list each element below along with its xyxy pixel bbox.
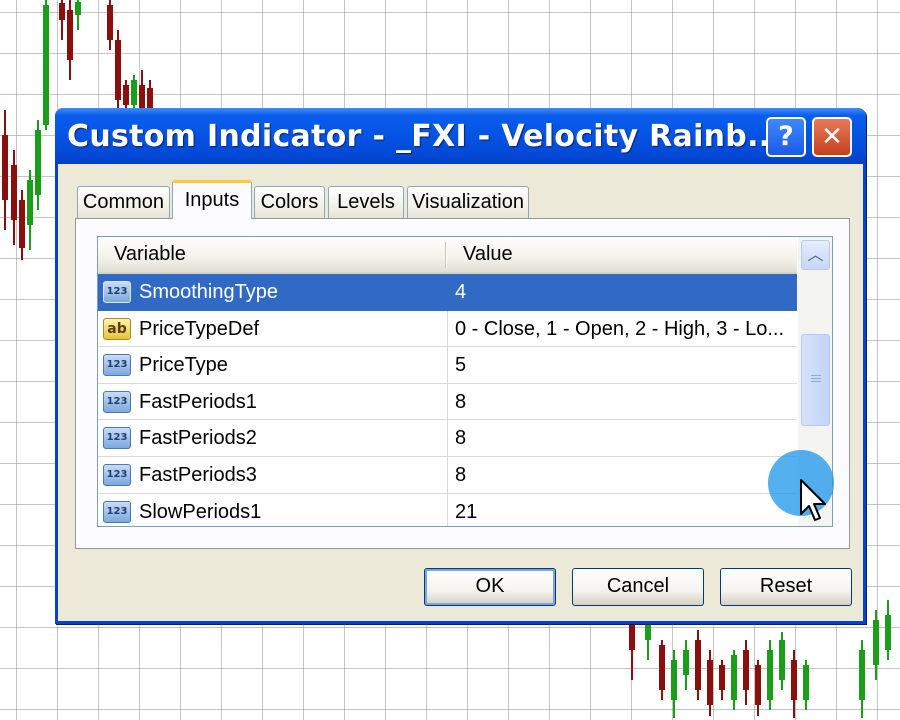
candle-body bbox=[707, 660, 713, 705]
candle-body bbox=[859, 650, 865, 700]
grid-row[interactable]: 123 SlowPeriods1 21 bbox=[98, 493, 797, 526]
candle-body bbox=[873, 620, 879, 665]
tab-levels[interactable]: Levels bbox=[328, 186, 404, 218]
candle-body bbox=[731, 655, 737, 700]
cell-divider bbox=[447, 347, 448, 383]
tab-inputs[interactable]: Inputs bbox=[172, 180, 252, 219]
integer-type-icon: 123 bbox=[103, 281, 131, 303]
candle-body bbox=[59, 3, 65, 20]
variable-value[interactable]: 21 bbox=[455, 501, 477, 524]
candle-body bbox=[75, 2, 81, 15]
candle-body bbox=[35, 130, 41, 195]
candle-body bbox=[115, 40, 121, 100]
grid-row[interactable]: 123 FastPeriods1 8 bbox=[98, 383, 797, 421]
grid-header: Variable Value bbox=[98, 237, 797, 274]
cell-divider bbox=[447, 456, 448, 493]
variable-name: FastPeriods3 bbox=[139, 463, 257, 486]
candle-body bbox=[2, 135, 8, 200]
candle-body bbox=[11, 165, 17, 220]
candle-body bbox=[803, 665, 809, 700]
candle-body bbox=[139, 85, 145, 108]
candle-body bbox=[695, 640, 701, 690]
candle-body bbox=[743, 650, 749, 690]
candle-body bbox=[27, 180, 33, 225]
grid-rows: 123 SmoothingType 4 ab PriceTypeDef 0 - Close… bbox=[98, 274, 797, 526]
variable-name: FastPeriods2 bbox=[139, 427, 257, 450]
integer-type-icon: 123 bbox=[103, 463, 131, 486]
candle-body bbox=[683, 650, 689, 675]
dialog-title-bar[interactable]: Custom Indicator - _FXI - Velocity Rainb… bbox=[55, 108, 866, 164]
grip-icon bbox=[811, 375, 821, 384]
dialog-title: Custom Indicator - _FXI - Velocity Rainb… bbox=[67, 119, 783, 154]
candle-body bbox=[629, 625, 635, 650]
column-header-value[interactable]: Value bbox=[463, 243, 513, 266]
candle-body bbox=[131, 80, 137, 105]
tab-common[interactable]: Common bbox=[77, 186, 170, 218]
variable-value[interactable]: 8 bbox=[455, 391, 466, 414]
integer-type-icon: 123 bbox=[103, 427, 131, 450]
ok-button[interactable]: OK bbox=[424, 568, 556, 606]
candle-body bbox=[659, 645, 665, 690]
variable-value[interactable]: 8 bbox=[455, 427, 466, 450]
candle-body bbox=[43, 5, 49, 125]
grid-row[interactable]: 123 FastPeriods3 8 bbox=[98, 456, 797, 494]
candle-body bbox=[767, 650, 773, 700]
candle-body bbox=[645, 625, 651, 640]
candle-body bbox=[671, 660, 677, 700]
grid-row[interactable]: 123 FastPeriods2 8 bbox=[98, 420, 797, 457]
candle-body bbox=[719, 665, 725, 690]
cell-divider bbox=[447, 493, 448, 526]
help-button[interactable]: ? bbox=[766, 117, 806, 157]
variable-value[interactable]: 5 bbox=[455, 354, 466, 377]
candle-body bbox=[67, 10, 73, 60]
candle-body bbox=[885, 615, 891, 650]
close-icon: ✕ bbox=[821, 122, 843, 152]
reset-button[interactable]: Reset bbox=[720, 568, 852, 606]
inputs-grid: Variable Value 123 SmoothingType 4 ab PriceT… bbox=[97, 236, 833, 527]
integer-type-icon: 123 bbox=[103, 390, 131, 413]
custom-indicator-dialog: Custom Indicator - _FXI - Velocity Rainb… bbox=[55, 108, 866, 624]
grid-row[interactable]: ab PriceTypeDef 0 - Close, 1 - Open, 2 - H… bbox=[98, 310, 797, 348]
scrollbar-thumb[interactable] bbox=[801, 334, 830, 426]
candle-body bbox=[791, 660, 797, 700]
candle-body bbox=[107, 5, 113, 40]
tab-visualization[interactable]: Visualization bbox=[407, 186, 529, 218]
help-icon: ? bbox=[778, 121, 794, 152]
integer-type-icon: 123 bbox=[103, 354, 131, 377]
variable-name: PriceType bbox=[139, 354, 228, 377]
variable-name: SlowPeriods1 bbox=[139, 500, 262, 523]
cell-divider bbox=[447, 420, 448, 456]
cell-divider bbox=[447, 383, 448, 420]
cancel-button[interactable]: Cancel bbox=[572, 568, 704, 606]
candle-body bbox=[123, 85, 129, 105]
candle-body bbox=[755, 665, 761, 705]
grid-row[interactable]: 123 SmoothingType 4 bbox=[98, 274, 797, 311]
integer-type-icon: 123 bbox=[103, 500, 131, 523]
grid-row[interactable]: 123 PriceType 5 bbox=[98, 347, 797, 384]
variable-value[interactable]: 0 - Close, 1 - Open, 2 - High, 3 - Lo... bbox=[455, 318, 784, 341]
variable-name: SmoothingType bbox=[139, 281, 278, 303]
candle-body bbox=[147, 88, 153, 108]
close-button[interactable]: ✕ bbox=[812, 117, 852, 157]
variable-name: PriceTypeDef bbox=[139, 317, 260, 340]
string-type-icon: ab bbox=[103, 317, 131, 340]
variable-value[interactable]: 4 bbox=[455, 281, 466, 304]
tab-colors[interactable]: Colors bbox=[254, 186, 325, 218]
column-divider[interactable] bbox=[445, 242, 446, 268]
inputs-tab-panel: Variable Value 123 SmoothingType 4 ab PriceT… bbox=[75, 218, 850, 549]
column-header-variable[interactable]: Variable bbox=[114, 243, 186, 266]
chevron-up-icon: ︿ bbox=[807, 245, 824, 264]
scroll-up-button[interactable]: ︿ bbox=[801, 240, 830, 270]
candle-body bbox=[779, 640, 785, 680]
cell-divider bbox=[447, 310, 448, 347]
variable-name: FastPeriods1 bbox=[139, 390, 257, 413]
mouse-pointer-icon bbox=[800, 479, 826, 521]
candle-body bbox=[19, 200, 25, 248]
variable-value[interactable]: 8 bbox=[455, 464, 466, 487]
